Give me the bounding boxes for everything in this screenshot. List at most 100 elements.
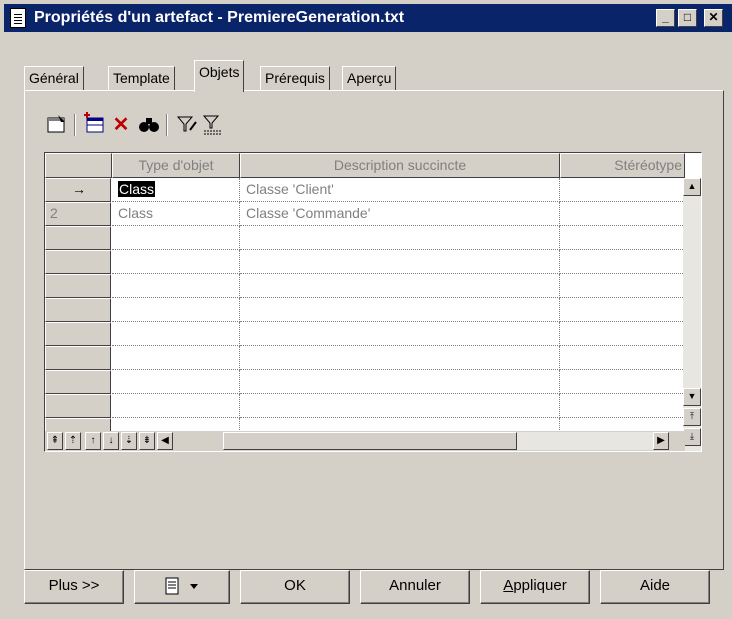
cell-type[interactable]: Class	[112, 178, 240, 202]
find-icon[interactable]	[136, 112, 162, 138]
objects-grid[interactable]: Type d'objet Description succincte Stéré…	[44, 152, 702, 452]
move-up-page-icon[interactable]: ⇡	[65, 432, 81, 450]
document-icon	[10, 8, 26, 28]
apply-button[interactable]: Appliquer	[480, 570, 590, 604]
cell-type[interactable]: Class	[112, 202, 240, 226]
cancel-button[interactable]: Annuler	[360, 570, 470, 604]
grid-header: Type d'objet Description succincte Stéré…	[45, 153, 685, 178]
cell-description[interactable]	[240, 250, 560, 274]
cell-stereotype[interactable]	[560, 394, 685, 418]
toolbar-separator	[166, 114, 168, 136]
cell-stereotype[interactable]	[560, 346, 685, 370]
cell-stereotype[interactable]	[560, 250, 685, 274]
apply-label: ppliquer	[513, 577, 567, 594]
move-top-icon[interactable]: ⇞	[47, 432, 63, 450]
cell-description[interactable]	[240, 370, 560, 394]
cell-stereotype[interactable]	[560, 298, 685, 322]
scroll-up-button[interactable]: ▲	[683, 178, 701, 196]
table-row[interactable]: → Class Classe 'Client'	[45, 178, 685, 202]
scroll-right-button[interactable]: ▶	[653, 432, 669, 450]
table-row[interactable]	[45, 274, 685, 298]
horizontal-scroll-thumb[interactable]	[223, 432, 517, 450]
cell-stereotype[interactable]	[560, 274, 685, 298]
more-button[interactable]: Plus >>	[24, 570, 124, 604]
add-objects-icon[interactable]	[82, 112, 108, 138]
row-header[interactable]	[45, 322, 111, 346]
move-up-icon[interactable]: ↑	[85, 432, 101, 450]
cell-description[interactable]	[240, 226, 560, 250]
row-header[interactable]: →	[45, 178, 111, 202]
table-row[interactable]	[45, 370, 685, 394]
cell-stereotype[interactable]	[560, 370, 685, 394]
scroll-bottom-button[interactable]: ⤓	[683, 428, 701, 446]
move-down-page-icon[interactable]: ⇣	[121, 432, 137, 450]
row-header[interactable]	[45, 394, 111, 418]
apply-mnemonic: A	[503, 577, 514, 594]
cell-description[interactable]: Classe 'Client'	[240, 178, 560, 202]
help-button[interactable]: Aide	[600, 570, 710, 604]
scroll-down-button[interactable]: ▼	[683, 388, 701, 406]
cell-type[interactable]	[112, 274, 240, 298]
move-down-icon[interactable]: ↓	[103, 432, 119, 450]
delete-icon[interactable]: ✕	[108, 112, 134, 138]
cell-stereotype[interactable]	[560, 226, 685, 250]
table-row[interactable]	[45, 394, 685, 418]
cell-type[interactable]	[112, 298, 240, 322]
tab-apercu[interactable]: Aperçu	[342, 66, 397, 90]
title-bar[interactable]: Propriétés d'un artefact - PremiereGener…	[4, 4, 732, 32]
cell-description[interactable]	[240, 394, 560, 418]
properties-icon[interactable]	[44, 112, 70, 138]
scroll-left-button[interactable]: ◀	[157, 432, 173, 450]
window-title: Propriétés d'un artefact - PremiereGener…	[34, 9, 405, 26]
cell-type[interactable]	[112, 250, 240, 274]
cell-type[interactable]	[112, 226, 240, 250]
cell-stereotype[interactable]	[560, 178, 685, 202]
cell-type[interactable]	[112, 394, 240, 418]
table-row[interactable]	[45, 298, 685, 322]
column-header-stereotype[interactable]: Stéréotype	[560, 153, 685, 178]
corner-header	[45, 153, 112, 178]
column-header-type[interactable]: Type d'objet	[112, 153, 240, 178]
scroll-top-button[interactable]: ⤒	[683, 408, 701, 426]
minimize-button[interactable]: _	[656, 9, 675, 27]
current-row-arrow-icon: →	[72, 181, 86, 197]
row-header[interactable]	[45, 370, 111, 394]
tab-objets[interactable]: Objets	[194, 60, 245, 92]
grid-navigation-bar: ⇞ ⇡ ↑ ↓ ⇣ ⇟ ◀ ▶	[45, 431, 685, 451]
table-row[interactable]	[45, 226, 685, 250]
row-header[interactable]	[45, 346, 111, 370]
row-header[interactable]	[45, 226, 111, 250]
cell-type[interactable]	[112, 370, 240, 394]
tab-template[interactable]: Template	[108, 66, 175, 90]
cell-stereotype[interactable]	[560, 202, 685, 226]
cell-type[interactable]	[112, 346, 240, 370]
row-header[interactable]	[45, 274, 111, 298]
tab-general[interactable]: Général	[24, 66, 84, 90]
cell-description[interactable]	[240, 346, 560, 370]
column-header-description[interactable]: Description succincte	[240, 153, 560, 178]
move-bottom-icon[interactable]: ⇟	[139, 432, 155, 450]
cell-description[interactable]	[240, 274, 560, 298]
filter-icon[interactable]	[174, 112, 200, 138]
filter-clear-icon[interactable]	[200, 112, 226, 138]
horizontal-scroll-track[interactable]	[517, 432, 653, 450]
cell-type[interactable]	[112, 322, 240, 346]
tab-prerequis[interactable]: Prérequis	[260, 66, 330, 90]
toolbar-separator	[74, 114, 76, 136]
menu-dropdown-button[interactable]	[134, 570, 230, 604]
row-header[interactable]	[45, 250, 111, 274]
ok-button[interactable]: OK	[240, 570, 350, 604]
maximize-button[interactable]: □	[678, 9, 697, 27]
cell-description[interactable]	[240, 298, 560, 322]
table-row[interactable]: 2 Class Classe 'Commande'	[45, 202, 685, 226]
table-row[interactable]	[45, 346, 685, 370]
cell-stereotype[interactable]	[560, 322, 685, 346]
close-button[interactable]: ✕	[704, 9, 723, 27]
row-header[interactable]: 2	[45, 202, 111, 226]
cell-description[interactable]: Classe 'Commande'	[240, 202, 560, 226]
row-header[interactable]	[45, 298, 111, 322]
table-row[interactable]	[45, 322, 685, 346]
cell-description[interactable]	[240, 322, 560, 346]
vertical-scrollbar[interactable]: ▲ ▼ ⤒ ⤓	[683, 178, 701, 451]
table-row[interactable]	[45, 250, 685, 274]
